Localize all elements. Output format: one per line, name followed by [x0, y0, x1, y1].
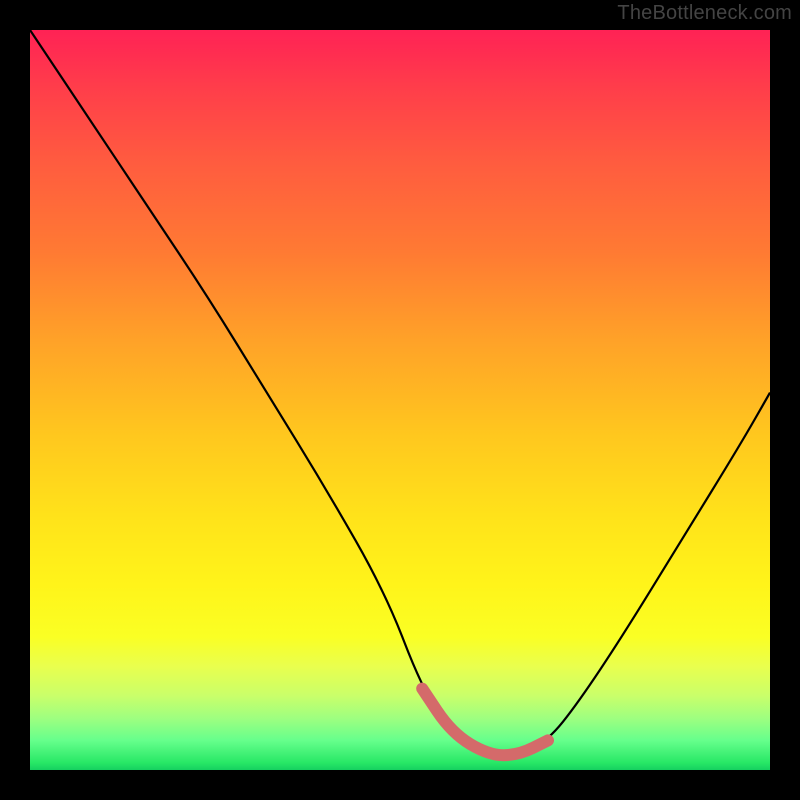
optimal-highlight	[422, 689, 548, 756]
watermark-text: TheBottleneck.com	[617, 2, 792, 25]
bottleneck-curve	[30, 30, 770, 755]
chart-plot-area	[30, 30, 770, 770]
chart-svg	[30, 30, 770, 770]
